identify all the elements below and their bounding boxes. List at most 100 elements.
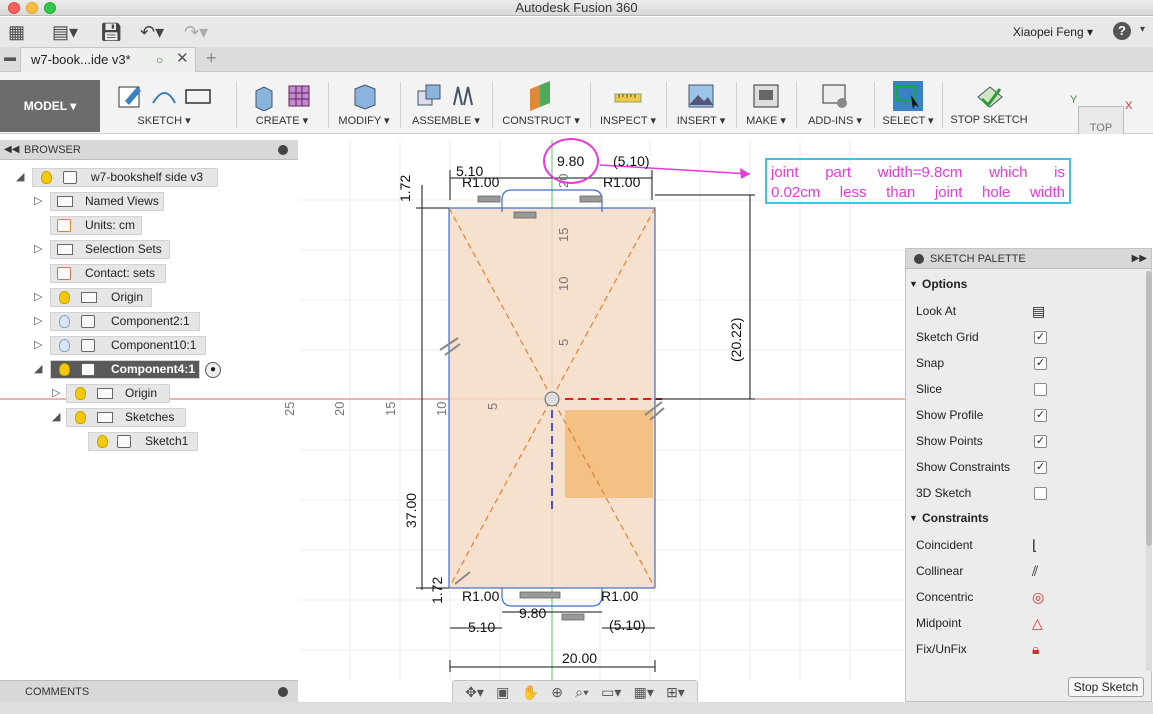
- sketch-group[interactable]: SKETCH ▾: [106, 78, 222, 132]
- form-icon[interactable]: [284, 81, 314, 111]
- constraint-collinear[interactable]: Collinear ⫽: [906, 558, 1146, 584]
- dim-radius-top-right[interactable]: R1.00: [603, 174, 641, 190]
- snap-checkbox[interactable]: ✓: [1034, 357, 1047, 370]
- save-icon[interactable]: 💾︎: [100, 22, 123, 42]
- concentric-icon[interactable]: ◎: [1032, 584, 1044, 610]
- 3d-sketch-checkbox[interactable]: [1034, 487, 1047, 500]
- options-section[interactable]: ▼ Options: [906, 273, 967, 295]
- document-tab[interactable]: w7-book...ide v3* ○ ✕: [20, 47, 196, 72]
- visibility-bulb-icon[interactable]: [41, 171, 52, 184]
- sketch-grid-checkbox[interactable]: ✓: [1034, 331, 1047, 344]
- minimize-window-button[interactable]: [26, 2, 38, 14]
- palette-scrollbar[interactable]: [1146, 271, 1152, 671]
- dim-overall-width[interactable]: 20.00: [562, 650, 597, 666]
- stop-sketch-icon[interactable]: [974, 81, 1004, 111]
- constraint-concentric[interactable]: Concentric ◎: [906, 584, 1146, 610]
- new-tab-icon[interactable]: +: [206, 48, 217, 69]
- visibility-bulb-icon[interactable]: [59, 363, 70, 376]
- insert-group[interactable]: INSERT ▾: [670, 78, 732, 132]
- expand-toggle-icon[interactable]: ▷: [34, 240, 42, 259]
- create-sketch-icon[interactable]: [115, 81, 145, 111]
- stop-sketch-group[interactable]: STOP SKETCH: [946, 78, 1032, 132]
- modify-group[interactable]: MODIFY ▾: [332, 78, 396, 132]
- browser-header[interactable]: ◀◀ BROWSER: [0, 140, 298, 160]
- tree-root[interactable]: w7-bookshelf side v3: [32, 168, 218, 187]
- offset-plane-icon[interactable]: [526, 81, 556, 111]
- file-menu-icon[interactable]: ▤▾: [52, 22, 78, 42]
- assemble-group[interactable]: ASSEMBLE ▾: [404, 78, 488, 132]
- dim-bottom-left[interactable]: 5.10: [468, 619, 495, 635]
- zoom-window-button[interactable]: [44, 2, 56, 14]
- visibility-bulb-icon[interactable]: [59, 339, 70, 352]
- browser-pin-icon[interactable]: [278, 145, 288, 155]
- zoom-icon[interactable]: ⊕: [551, 684, 563, 701]
- scripts-icon[interactable]: [820, 81, 850, 111]
- activate-component-icon[interactable]: ●: [205, 362, 221, 378]
- dim-bottom-right[interactable]: (5.10): [609, 617, 646, 633]
- option-show-profile[interactable]: Show Profile ✓: [906, 402, 1146, 428]
- lock-icon[interactable]: 🔒︎: [1032, 636, 1039, 662]
- grid-settings-icon[interactable]: ▦▾: [634, 684, 654, 701]
- dim-radius-bottom-right[interactable]: R1.00: [601, 588, 639, 604]
- option-slice[interactable]: Slice: [906, 376, 1146, 402]
- insert-image-icon[interactable]: [686, 81, 716, 111]
- dim-left-top[interactable]: 1.72: [397, 175, 413, 202]
- press-pull-icon[interactable]: [349, 81, 379, 111]
- construct-group[interactable]: CONSTRUCT ▾: [496, 78, 586, 132]
- visibility-bulb-icon[interactable]: [75, 411, 86, 424]
- display-settings-icon[interactable]: ▭▾: [601, 684, 621, 701]
- rectangle-icon[interactable]: [183, 81, 213, 111]
- arc-icon[interactable]: [149, 81, 179, 111]
- constraints-section[interactable]: ▼ Constraints: [906, 507, 989, 529]
- tree-component10[interactable]: Component10:1: [50, 336, 206, 355]
- stop-sketch-button[interactable]: Stop Sketch: [1068, 677, 1144, 697]
- show-points-checkbox[interactable]: ✓: [1034, 435, 1047, 448]
- expand-toggle-icon[interactable]: ▷: [34, 336, 42, 355]
- show-profile-checkbox[interactable]: ✓: [1034, 409, 1047, 422]
- joint-icon[interactable]: [448, 81, 478, 111]
- add-comment-icon[interactable]: [278, 687, 288, 697]
- dim-top-right[interactable]: (5.10): [613, 153, 650, 169]
- constraint-fix-unfix[interactable]: Fix/UnFix 🔒︎: [906, 636, 1146, 662]
- expand-toggle-icon[interactable]: ▷: [34, 312, 42, 331]
- option-look-at[interactable]: Look At ▤: [906, 298, 1146, 324]
- constraint-coincident[interactable]: Coincident ⌊: [906, 532, 1146, 558]
- visibility-bulb-icon[interactable]: [59, 291, 70, 304]
- help-caret-icon[interactable]: ▾: [1140, 24, 1145, 35]
- tree-origin-2[interactable]: Origin: [66, 384, 170, 403]
- visibility-bulb-icon[interactable]: [75, 387, 86, 400]
- midpoint-icon[interactable]: △: [1032, 610, 1043, 636]
- dim-bottom-width[interactable]: 9.80: [519, 605, 546, 621]
- option-show-constraints[interactable]: Show Constraints ✓: [906, 454, 1146, 480]
- option-sketch-grid[interactable]: Sketch Grid ✓: [906, 324, 1146, 350]
- look-at-nav-icon[interactable]: ▣: [496, 684, 509, 701]
- look-at-icon[interactable]: ▤: [1032, 298, 1045, 324]
- collapse-toggle-icon[interactable]: ◢: [34, 360, 42, 379]
- option-3d-sketch[interactable]: 3D Sketch: [906, 480, 1146, 506]
- palette-header[interactable]: SKETCH PALETTE ▶▶: [906, 249, 1151, 269]
- pan-icon[interactable]: ✋: [522, 684, 539, 701]
- dim-radius-bottom-left[interactable]: R1.00: [462, 588, 500, 604]
- collapse-browser-icon[interactable]: ◀◀: [4, 140, 19, 160]
- close-tab-icon[interactable]: ✕: [176, 47, 189, 71]
- dim-radius-top-left[interactable]: R1.00: [462, 174, 500, 190]
- tree-named-views[interactable]: Named Views: [50, 192, 164, 211]
- comments-panel[interactable]: COMMENTS: [0, 680, 298, 702]
- dim-right-height[interactable]: (20.22): [728, 318, 744, 362]
- close-window-button[interactable]: [8, 2, 20, 14]
- expand-toggle-icon[interactable]: ▷: [52, 384, 60, 403]
- expand-palette-icon[interactable]: ▶▶: [1132, 249, 1147, 269]
- fit-icon[interactable]: ⌕▾: [575, 684, 589, 701]
- palette-pin-icon[interactable]: [914, 254, 924, 264]
- collapse-toggle-icon[interactable]: ◢: [52, 408, 60, 427]
- expand-toggle-icon[interactable]: ◢: [16, 168, 24, 187]
- selected-profile[interactable]: [565, 410, 653, 498]
- tree-sketch1[interactable]: Sketch1: [88, 432, 198, 451]
- create-group[interactable]: CREATE ▾: [240, 78, 324, 132]
- undo-icon[interactable]: ↶▾: [140, 22, 164, 42]
- tree-units[interactable]: Units: cm: [50, 216, 142, 235]
- select-icon[interactable]: [893, 81, 923, 111]
- redo-icon[interactable]: ↷▾: [184, 22, 208, 42]
- expand-toggle-icon[interactable]: ▷: [34, 192, 42, 211]
- inspect-group[interactable]: INSPECT ▾: [594, 78, 662, 132]
